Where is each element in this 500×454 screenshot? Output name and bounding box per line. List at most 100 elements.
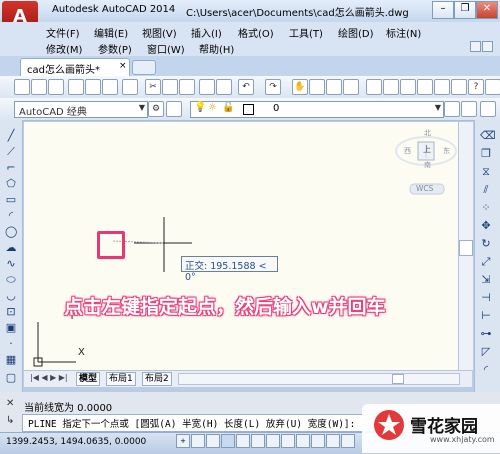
menu-edit[interactable]: 编辑(E) [94,25,128,40]
vertical-scroll-thumb[interactable] [459,240,473,256]
help-icon[interactable]: ? [468,79,484,95]
insert-block-icon[interactable]: ⊡ [5,306,17,318]
workspace-dropdown[interactable]: AutoCAD 经典 ▼ [14,101,148,118]
trim-icon[interactable]: ⊣ [480,292,492,304]
grid-toggle[interactable] [206,434,220,448]
design-center-icon[interactable] [383,79,399,95]
viewcube-west-label[interactable]: 西 [404,146,411,156]
close-tab-icon[interactable]: × [119,61,127,71]
zoom-window-icon[interactable] [326,79,342,95]
calculator-icon[interactable] [451,79,467,95]
close-window-button[interactable]: ✕ [476,1,498,19]
extend-icon[interactable]: ⊢ [480,310,492,322]
zoom-realtime-icon[interactable] [309,79,325,95]
offset-icon[interactable]: ⫽ [480,184,492,196]
menu-dimension[interactable]: 标注(N) [386,25,421,40]
make-current-layer-icon[interactable] [444,101,460,117]
scale-icon[interactable]: ⤢ [480,256,492,268]
otrack-toggle[interactable] [281,434,295,448]
menu-modify[interactable]: 修改(M) [46,41,82,56]
polar-toggle[interactable] [236,434,250,448]
menu-tools[interactable]: 工具(T) [289,25,323,40]
erase-icon[interactable]: ⌫ [480,130,496,142]
spline-icon[interactable]: ∿ [5,258,17,270]
copy-icon[interactable] [162,79,178,95]
ellipse-arc-icon[interactable]: ◡ [5,290,17,302]
osnap-toggle[interactable] [251,434,265,448]
chamfer-icon[interactable]: ◸ [480,346,492,358]
move-icon[interactable]: ✥ [480,220,492,232]
pan-icon[interactable]: ✋ [292,79,308,95]
layer-dropdown[interactable]: 💡 ☼ 🔓 0 ▼ [190,101,444,118]
menu-parametric[interactable]: 参数(P) [98,41,132,56]
transparency-toggle[interactable] [341,434,355,448]
menu-file[interactable]: 文件(F) [46,25,80,40]
array-icon[interactable]: ⁘ [480,202,492,214]
circle-icon[interactable]: ◯ [5,226,17,238]
dyn-toggle[interactable] [311,434,325,448]
arc-icon[interactable]: ◜ [5,210,17,222]
tab-layout2[interactable]: 布局2 [142,372,172,386]
save-icon[interactable] [48,79,64,95]
layer-previous-icon[interactable] [461,101,477,117]
undo-icon[interactable]: ↶ [238,79,254,95]
file-tab[interactable]: cad怎么画箭头* × [20,58,130,76]
tab-layout1[interactable]: 布局1 [106,372,136,386]
publish-icon[interactable] [102,79,118,95]
paste-icon[interactable] [179,79,195,95]
viewcube-east-label[interactable]: 东 [443,146,450,156]
menu-window[interactable]: 窗口(W) [147,41,185,56]
infer-constraints-toggle[interactable]: + [176,434,190,448]
markup-icon[interactable] [434,79,450,95]
point-icon[interactable]: · [5,338,17,350]
open-file-icon[interactable] [31,79,47,95]
lineweight-toggle[interactable] [326,434,340,448]
redo-icon[interactable]: ↷ [265,79,281,95]
customize-icon[interactable] [166,101,182,117]
polygon-icon[interactable]: ⬠ [5,178,17,190]
workspace-settings-icon[interactable]: ⚙ [148,101,164,117]
viewcube-south-label[interactable]: 南 [424,160,431,170]
3d-print-icon[interactable] [122,79,138,95]
fillet-icon[interactable]: ◜ [480,364,492,376]
new-tab-button[interactable] [132,60,156,75]
polyline-icon[interactable]: ⌐ [5,162,17,174]
doc-minimize-button[interactable] [470,41,481,52]
doc-restore-button[interactable] [482,41,493,52]
print-icon[interactable] [68,79,84,95]
line-icon[interactable]: ╱ [5,130,17,142]
sheet-set-icon[interactable] [417,79,433,95]
region-icon[interactable]: ▢ [5,372,17,384]
horizontal-scrollbar[interactable] [178,373,460,385]
tab-model[interactable]: 模型 [76,372,101,386]
tool-palettes-icon[interactable] [400,79,416,95]
snap-mode-toggle[interactable] [191,434,205,448]
construction-line-icon[interactable]: ⟋ [5,146,17,158]
rotate-icon[interactable]: ↻ [480,238,492,250]
zoom-previous-icon[interactable] [343,79,359,95]
3d-osnap-toggle[interactable] [266,434,280,448]
properties-icon[interactable] [366,79,382,95]
rectangle-icon[interactable]: ▭ [5,194,17,206]
print-preview-icon[interactable] [85,79,101,95]
menu-help[interactable]: 帮助(H) [199,41,234,56]
ducs-toggle[interactable] [296,434,310,448]
make-block-icon[interactable]: ▣ [5,322,17,334]
command-customize-icon[interactable]: ↳ [6,415,14,426]
close-command-icon[interactable]: ✕ [6,398,14,409]
tab-nav-arrows[interactable]: |◀ ◀ ▶ ▶| [30,373,68,382]
wcs-menu[interactable]: WCS [416,184,433,193]
layer-states-icon[interactable] [480,101,496,117]
viewcube-north-label[interactable]: 北 [424,128,431,138]
layer-properties-icon[interactable] [485,79,500,95]
maximize-button[interactable]: ❐ [454,1,476,19]
copy-object-icon[interactable]: ❐ [480,148,492,160]
cut-icon[interactable]: ✂ [145,79,161,95]
ortho-toggle[interactable] [221,434,235,448]
menu-draw[interactable]: 绘图(D) [338,25,374,40]
break-icon[interactable]: ⊶ [480,328,492,340]
match-properties-icon[interactable] [199,79,215,95]
block-editor-icon[interactable] [216,79,232,95]
hatch-icon[interactable]: ▦ [5,354,17,366]
stretch-icon[interactable]: ⇲ [480,274,492,286]
